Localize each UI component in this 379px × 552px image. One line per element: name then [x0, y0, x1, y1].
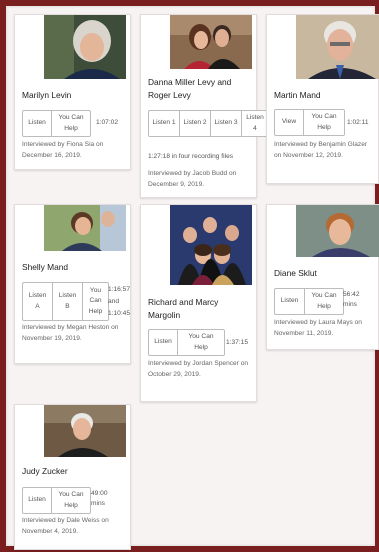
listen-button[interactable]: Listen: [275, 289, 305, 314]
interviewer-text: Interviewed by Megan Heston on November …: [22, 324, 119, 342]
interview-card-judy-zucker: Judy Zucker Listen You Can Help 49:00 mi…: [14, 404, 131, 550]
listen-button[interactable]: Listen: [149, 330, 178, 355]
listen-button[interactable]: Listen: [23, 488, 52, 513]
interviewee-name: Martin Mand: [274, 90, 321, 100]
listen-4-button[interactable]: Listen 4: [242, 111, 268, 136]
button-group: Listen You Can Help: [22, 487, 91, 514]
interviewee-name: Diane Sklut: [274, 268, 317, 278]
interview-card-richard-marcy-margolin: Richard and Marcy Margolin Listen You Ca…: [140, 204, 257, 402]
button-group: Listen A Listen B You Can Help: [22, 282, 109, 321]
listen-1-button[interactable]: Listen 1: [149, 111, 180, 136]
listen-a-button[interactable]: Listen A: [23, 283, 53, 320]
portrait-photo: [170, 15, 252, 69]
duration-text: 1:07:02: [96, 119, 118, 126]
interviewee-name: Danna Miller Levy and Roger Levy: [148, 77, 232, 100]
listen-3-button[interactable]: Listen 3: [211, 111, 242, 136]
portrait-photo: [296, 15, 379, 79]
interviewer-text: Interviewed by Benjamin Glazer on Novemb…: [274, 141, 368, 159]
you-can-help-button[interactable]: You Can Help: [52, 111, 90, 136]
you-can-help-button[interactable]: You Can Help: [83, 283, 108, 320]
portrait-photo: [44, 205, 126, 251]
button-group: Listen You Can Help: [274, 288, 344, 315]
duration-text: 1:27:18 in four recording files: [148, 153, 234, 160]
portrait-photo: [44, 405, 126, 457]
listen-2-button[interactable]: Listen 2: [180, 111, 211, 136]
interview-card-danna-roger-levy: Danna Miller Levy and Roger Levy Listen …: [140, 14, 269, 198]
interviewer-text: Interviewed by Jordan Spencer on October…: [148, 360, 249, 378]
duration-text: 1:02:11: [347, 119, 369, 126]
portrait-photo: [170, 205, 252, 285]
duration-text: 1:16:57 and 1:10:45: [108, 286, 130, 317]
view-button[interactable]: View: [275, 110, 304, 135]
duration-text: 1:37:15: [226, 339, 248, 346]
interview-card-marilyn-levin: Marilyn Levin Listen You Can Help 1:07:0…: [14, 14, 131, 170]
listen-button[interactable]: Listen: [23, 111, 52, 136]
interviewee-name: Marilyn Levin: [22, 90, 72, 100]
interviewee-name: Shelly Mand: [22, 262, 69, 272]
you-can-help-button[interactable]: You Can Help: [178, 330, 224, 355]
button-group: Listen 1 Listen 2 Listen 3 Listen 4: [148, 110, 269, 137]
listen-b-button[interactable]: Listen B: [53, 283, 83, 320]
duration-text: 49:00 mins: [91, 490, 108, 507]
button-group: Listen You Can Help: [148, 329, 225, 356]
interviewee-name: Judy Zucker: [22, 466, 68, 476]
interview-card-diane-sklut: Diane Sklut Listen You Can Help 56:42 mi…: [266, 204, 379, 350]
you-can-help-button[interactable]: You Can Help: [305, 289, 343, 314]
interviewer-text: Interviewed by Laura Mays on November 11…: [274, 319, 362, 337]
interview-card-shelly-mand: Shelly Mand Listen A Listen B You Can He…: [14, 204, 131, 364]
you-can-help-button[interactable]: You Can Help: [52, 488, 90, 513]
portrait-photo: [296, 205, 379, 257]
interviewer-text: Interviewed by Jacob Budd on December 9,…: [148, 170, 237, 188]
interview-card-martin-mand: Martin Mand View You Can Help 1:02:11 In…: [266, 14, 379, 184]
interviewer-text: Interviewed by Fiona Sia on December 16,…: [22, 141, 104, 159]
button-group: Listen You Can Help: [22, 110, 91, 137]
button-group: View You Can Help: [274, 109, 345, 136]
interviewer-text: Interviewed by Dale Weiss on November 4,…: [22, 517, 109, 535]
portrait-photo: [44, 15, 126, 79]
duration-text: 56:42 mins: [343, 291, 360, 308]
you-can-help-button[interactable]: You Can Help: [304, 110, 344, 135]
interviewee-name: Richard and Marcy Margolin: [148, 297, 219, 320]
